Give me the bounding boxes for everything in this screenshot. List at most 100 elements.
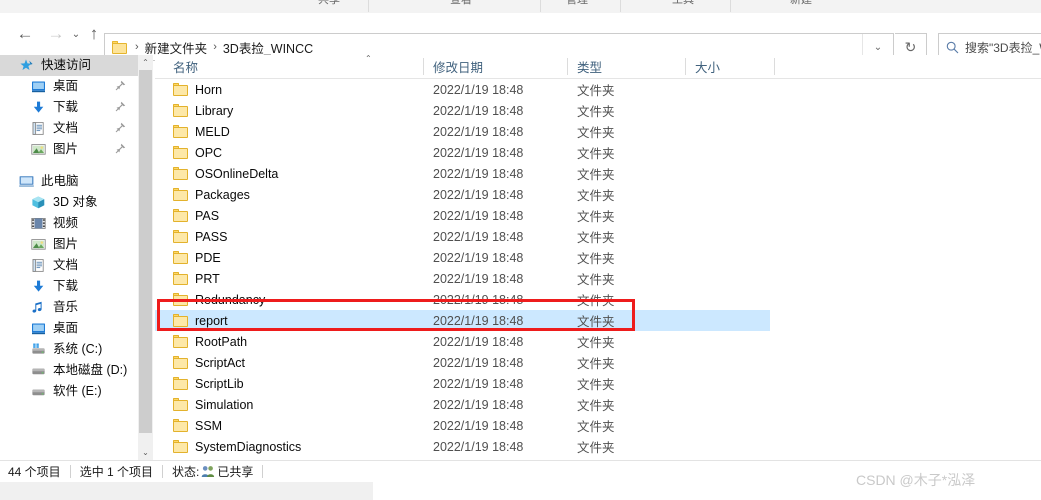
breadcrumb-item-wincc[interactable]: 3D表捡_WINCC — [223, 38, 313, 57]
table-row[interactable]: ScriptAct 2022/1/19 18:48 文件夹 — [155, 352, 1041, 373]
file-name-cell[interactable]: Horn — [173, 83, 222, 97]
folder-icon — [173, 356, 188, 369]
sidebar-scrollbar[interactable]: ⌃ ⌄ — [138, 55, 153, 460]
status-divider — [262, 465, 264, 478]
file-name-cell[interactable]: PAS — [173, 209, 219, 223]
file-name-cell[interactable]: RootPath — [173, 335, 247, 349]
column-divider[interactable] — [567, 58, 568, 75]
file-date-cell: 2022/1/19 18:48 — [433, 145, 524, 160]
sidebar-item-1-4[interactable]: 文档 — [0, 255, 138, 276]
scroll-down-icon[interactable]: ⌄ — [138, 445, 153, 460]
file-name-cell[interactable]: PDE — [173, 251, 221, 265]
file-name-cell[interactable]: SSM — [173, 419, 222, 433]
column-divider[interactable] — [685, 58, 686, 75]
sidebar-item-0-4[interactable]: 图片 — [0, 139, 138, 160]
status-divider — [69, 465, 71, 478]
column-header-name[interactable]: ⌃ 名称 — [173, 55, 372, 78]
sidebar-item-1-10[interactable]: 软件 (E:) — [0, 381, 138, 402]
ribbon-tab-view[interactable]: 查看 — [450, 0, 472, 7]
file-name-cell[interactable]: ScriptLib — [173, 377, 244, 391]
table-row[interactable]: OPC 2022/1/19 18:48 文件夹 — [155, 142, 1041, 163]
file-name-cell[interactable]: OPC — [173, 146, 222, 160]
table-row[interactable]: PRT 2022/1/19 18:48 文件夹 — [155, 268, 1041, 289]
sidebar-item-1-5[interactable]: 下载 — [0, 276, 138, 297]
sidebar-item-0-2[interactable]: 下载 — [0, 97, 138, 118]
table-row[interactable]: Horn 2022/1/19 18:48 文件夹 — [155, 79, 1041, 100]
pin-icon[interactable] — [115, 143, 126, 156]
file-date-cell: 2022/1/19 18:48 — [433, 355, 524, 370]
file-name-cell[interactable]: ScriptAct — [173, 356, 245, 370]
sidebar-item-1-1[interactable]: 3D 对象 — [0, 192, 138, 213]
folder-icon — [173, 272, 188, 285]
videos-icon — [30, 216, 47, 231]
column-header-size[interactable]: 大小 — [695, 55, 720, 78]
table-row[interactable]: SSM 2022/1/19 18:48 文件夹 — [155, 415, 1041, 436]
sidebar-item-label: 图片 — [53, 237, 79, 252]
file-type-cell: 文件夹 — [577, 210, 615, 224]
file-name-cell[interactable]: Packages — [173, 188, 250, 202]
table-row[interactable]: RootPath 2022/1/19 18:48 文件夹 — [155, 331, 1041, 352]
scroll-up-icon[interactable]: ⌃ — [138, 55, 153, 70]
file-type-cell: 文件夹 — [577, 378, 615, 392]
column-divider[interactable] — [423, 58, 424, 75]
file-name-cell[interactable]: SystemDiagnostics — [173, 440, 301, 454]
table-row[interactable]: Packages 2022/1/19 18:48 文件夹 — [155, 184, 1041, 205]
table-row[interactable]: SystemDiagnostics 2022/1/19 18:48 文件夹 — [155, 436, 1041, 457]
sidebar-item-1-6[interactable]: 音乐 — [0, 297, 138, 318]
file-date-cell: 2022/1/19 18:48 — [433, 334, 524, 349]
folder-icon — [173, 104, 188, 117]
table-row[interactable]: ScriptLib 2022/1/19 18:48 文件夹 — [155, 373, 1041, 394]
pin-icon[interactable] — [115, 80, 126, 93]
back-icon[interactable]: ← — [12, 21, 38, 47]
sidebar-item-0-0[interactable]: 快速访问 — [0, 55, 138, 76]
sidebar-item-1-7[interactable]: 桌面 — [0, 318, 138, 339]
file-name-cell[interactable]: report — [173, 314, 228, 328]
sidebar-scrollbar-thumb[interactable] — [139, 70, 152, 433]
file-date-cell: 2022/1/19 18:48 — [433, 124, 524, 139]
table-row[interactable]: PDE 2022/1/19 18:48 文件夹 — [155, 247, 1041, 268]
search-input[interactable]: 搜索"3D表捡_WIN — [965, 39, 1041, 56]
file-type-cell: 文件夹 — [577, 357, 615, 371]
sidebar-item-1-2[interactable]: 视频 — [0, 213, 138, 234]
table-row[interactable]: report 2022/1/19 18:48 文件夹 — [155, 310, 770, 331]
file-name-cell[interactable]: PRT — [173, 272, 220, 286]
table-row[interactable]: OSOnlineDelta 2022/1/19 18:48 文件夹 — [155, 163, 1041, 184]
folder-icon — [173, 419, 188, 432]
file-name-label: RootPath — [195, 334, 248, 349]
sidebar-item-1-8[interactable]: 系统 (C:) — [0, 339, 138, 360]
folder-icon — [173, 188, 188, 201]
system-drive-icon — [30, 342, 47, 357]
ribbon-tab-new[interactable]: 新建 — [790, 0, 812, 7]
ribbon-separator — [540, 0, 541, 12]
sidebar-item-0-3[interactable]: 文档 — [0, 118, 138, 139]
table-row[interactable]: MELD 2022/1/19 18:48 文件夹 — [155, 121, 1041, 142]
breadcrumb-item-new-folder[interactable]: 新建文件夹 — [145, 38, 208, 57]
column-divider[interactable] — [774, 58, 775, 75]
file-name-cell[interactable]: PASS — [173, 230, 227, 244]
pin-icon[interactable] — [115, 122, 126, 135]
sidebar-item-1-9[interactable]: 本地磁盘 (D:) — [0, 360, 138, 381]
table-row[interactable]: PASS 2022/1/19 18:48 文件夹 — [155, 226, 1041, 247]
table-row[interactable]: Simulation 2022/1/19 18:48 文件夹 — [155, 394, 1041, 415]
ribbon-tab-manage[interactable]: 管理 — [566, 0, 588, 7]
table-row[interactable]: PAS 2022/1/19 18:48 文件夹 — [155, 205, 1041, 226]
sidebar-item-1-3[interactable]: 图片 — [0, 234, 138, 255]
sidebar-item-1-0[interactable]: 此电脑 — [0, 171, 138, 192]
pin-icon[interactable] — [115, 101, 126, 114]
ribbon-tab-tools[interactable]: 工具 — [672, 0, 694, 7]
ribbon-separator — [368, 0, 369, 12]
file-name-cell[interactable]: Simulation — [173, 398, 253, 412]
table-row[interactable]: Redundancy 2022/1/19 18:48 文件夹 — [155, 289, 1041, 310]
file-name-cell[interactable]: Library — [173, 104, 233, 118]
file-list-pane: ⌃ 名称 修改日期 类型 大小 Horn 2022/1/19 18:48 文件夹 Li… — [155, 55, 1041, 460]
column-header-date[interactable]: 修改日期 — [433, 55, 483, 78]
file-date-cell: 2022/1/19 18:48 — [433, 376, 524, 391]
sidebar-item-0-1[interactable]: 桌面 — [0, 76, 138, 97]
file-date-cell: 2022/1/19 18:48 — [433, 292, 524, 307]
table-row[interactable]: Library 2022/1/19 18:48 文件夹 — [155, 100, 1041, 121]
ribbon-tab-share[interactable]: 共享 — [318, 0, 340, 7]
file-name-cell[interactable]: Redundancy — [173, 293, 265, 307]
column-header-type[interactable]: 类型 — [577, 55, 602, 78]
file-name-cell[interactable]: OSOnlineDelta — [173, 167, 278, 181]
file-name-cell[interactable]: MELD — [173, 125, 230, 139]
